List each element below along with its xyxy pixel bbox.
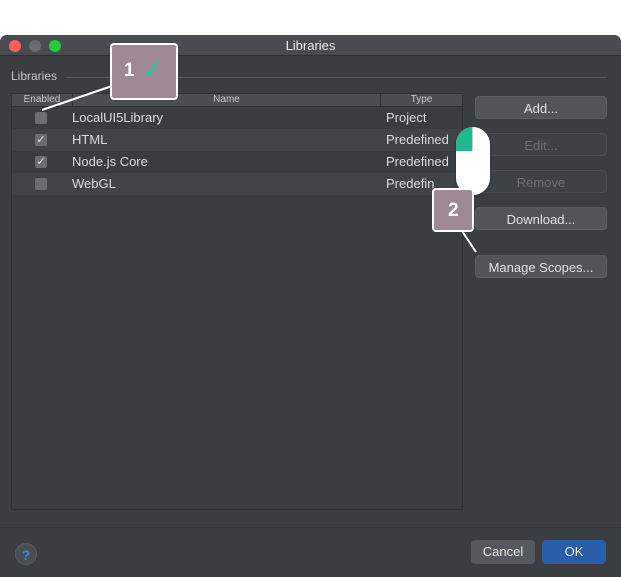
library-name: WebGL xyxy=(72,176,116,191)
enabled-checkbox[interactable] xyxy=(35,178,47,190)
step-2-badge: 2 xyxy=(432,188,474,232)
window-title: Libraries xyxy=(285,38,336,53)
add-button[interactable]: Add... xyxy=(475,96,607,119)
ok-button[interactable]: OK xyxy=(542,540,606,564)
column-header-type[interactable]: Type xyxy=(381,94,462,106)
cancel-button[interactable]: Cancel xyxy=(471,540,535,564)
library-name: Node.js Core xyxy=(72,154,148,169)
table-row[interactable]: LocalUI5Library Project xyxy=(12,107,462,129)
checkmark-icon: ✓ xyxy=(36,134,46,146)
enabled-checkbox[interactable]: ✓ xyxy=(35,156,47,168)
section-label: Libraries xyxy=(11,69,58,83)
mouse-button-divider xyxy=(472,127,473,151)
table-row[interactable]: ✓ Node.js Core Predefined xyxy=(12,151,462,173)
edit-button[interactable]: Edit... xyxy=(475,133,607,156)
help-button[interactable]: ? xyxy=(15,543,37,565)
library-type: Predefined xyxy=(386,154,449,169)
library-name: HTML xyxy=(72,132,108,147)
library-type: Predefin xyxy=(386,176,435,191)
enabled-checkbox[interactable] xyxy=(35,112,47,124)
step-number: 1 xyxy=(124,60,135,81)
table-row[interactable]: WebGL Predefin xyxy=(12,173,462,195)
checkmark-icon: ✓ xyxy=(142,54,164,84)
libraries-dialog: Libraries Libraries Enabled Name Type Lo… xyxy=(0,35,621,577)
table-header: Enabled Name Type xyxy=(12,94,462,107)
title-bar: Libraries xyxy=(0,35,621,56)
enabled-checkbox[interactable]: ✓ xyxy=(35,134,47,146)
step-number: 2 xyxy=(448,200,459,221)
remove-button[interactable]: Remove xyxy=(475,170,607,193)
manage-scopes-button[interactable]: Manage Scopes... xyxy=(475,255,607,278)
library-name: LocalUI5Library xyxy=(72,110,164,125)
footer-divider xyxy=(0,527,621,528)
table-row[interactable]: ✓ HTML Predefined xyxy=(12,129,462,151)
library-type: Predefined xyxy=(386,132,449,147)
step-1-badge: 1 ✓ xyxy=(110,43,178,100)
download-button[interactable]: Download... xyxy=(475,207,607,230)
mouse-left-click-icon xyxy=(456,127,490,195)
library-type: Project xyxy=(386,110,427,125)
checkmark-icon: ✓ xyxy=(36,156,46,168)
column-header-enabled[interactable]: Enabled xyxy=(12,94,72,106)
libraries-table: Enabled Name Type LocalUI5Library Projec… xyxy=(11,93,463,510)
